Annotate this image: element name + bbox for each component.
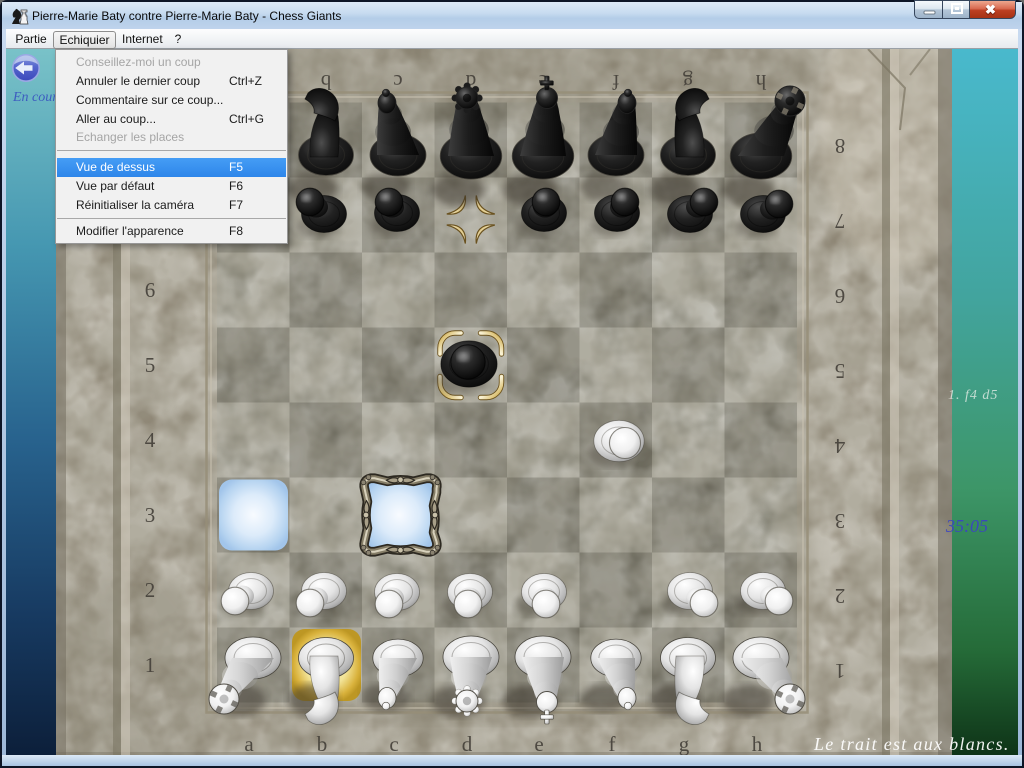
svg-text:6: 6: [145, 278, 156, 302]
svg-text:35:05: 35:05: [945, 516, 988, 536]
svg-text:1. f4 d5: 1. f4 d5: [948, 388, 998, 403]
svg-text:3: 3: [835, 509, 846, 533]
svg-text:e: e: [534, 732, 543, 756]
svg-text:2: 2: [835, 584, 846, 608]
svg-text:b: b: [317, 732, 328, 756]
svg-text:c: c: [393, 70, 402, 94]
svg-text:1: 1: [835, 659, 846, 683]
svg-text:g: g: [679, 732, 690, 756]
svg-text:5: 5: [145, 353, 156, 377]
svg-text:4: 4: [834, 434, 845, 458]
svg-text:5: 5: [835, 359, 846, 383]
svg-text:8: 8: [835, 134, 846, 158]
svg-text:c: c: [389, 732, 398, 756]
svg-text:6: 6: [835, 284, 846, 308]
svg-text:7: 7: [835, 209, 846, 233]
svg-text:f: f: [609, 732, 616, 756]
svg-text:d: d: [462, 732, 473, 756]
svg-text:3: 3: [145, 503, 156, 527]
svg-text:a: a: [244, 732, 254, 756]
svg-text:h: h: [752, 732, 763, 756]
svg-text:2: 2: [145, 578, 156, 602]
svg-text:4: 4: [145, 428, 156, 452]
svg-text:h: h: [755, 70, 766, 94]
svg-text:Le trait est aux blancs.: Le trait est aux blancs.: [813, 734, 1010, 754]
svg-text:f: f: [613, 70, 620, 94]
svg-text:1: 1: [145, 653, 156, 677]
